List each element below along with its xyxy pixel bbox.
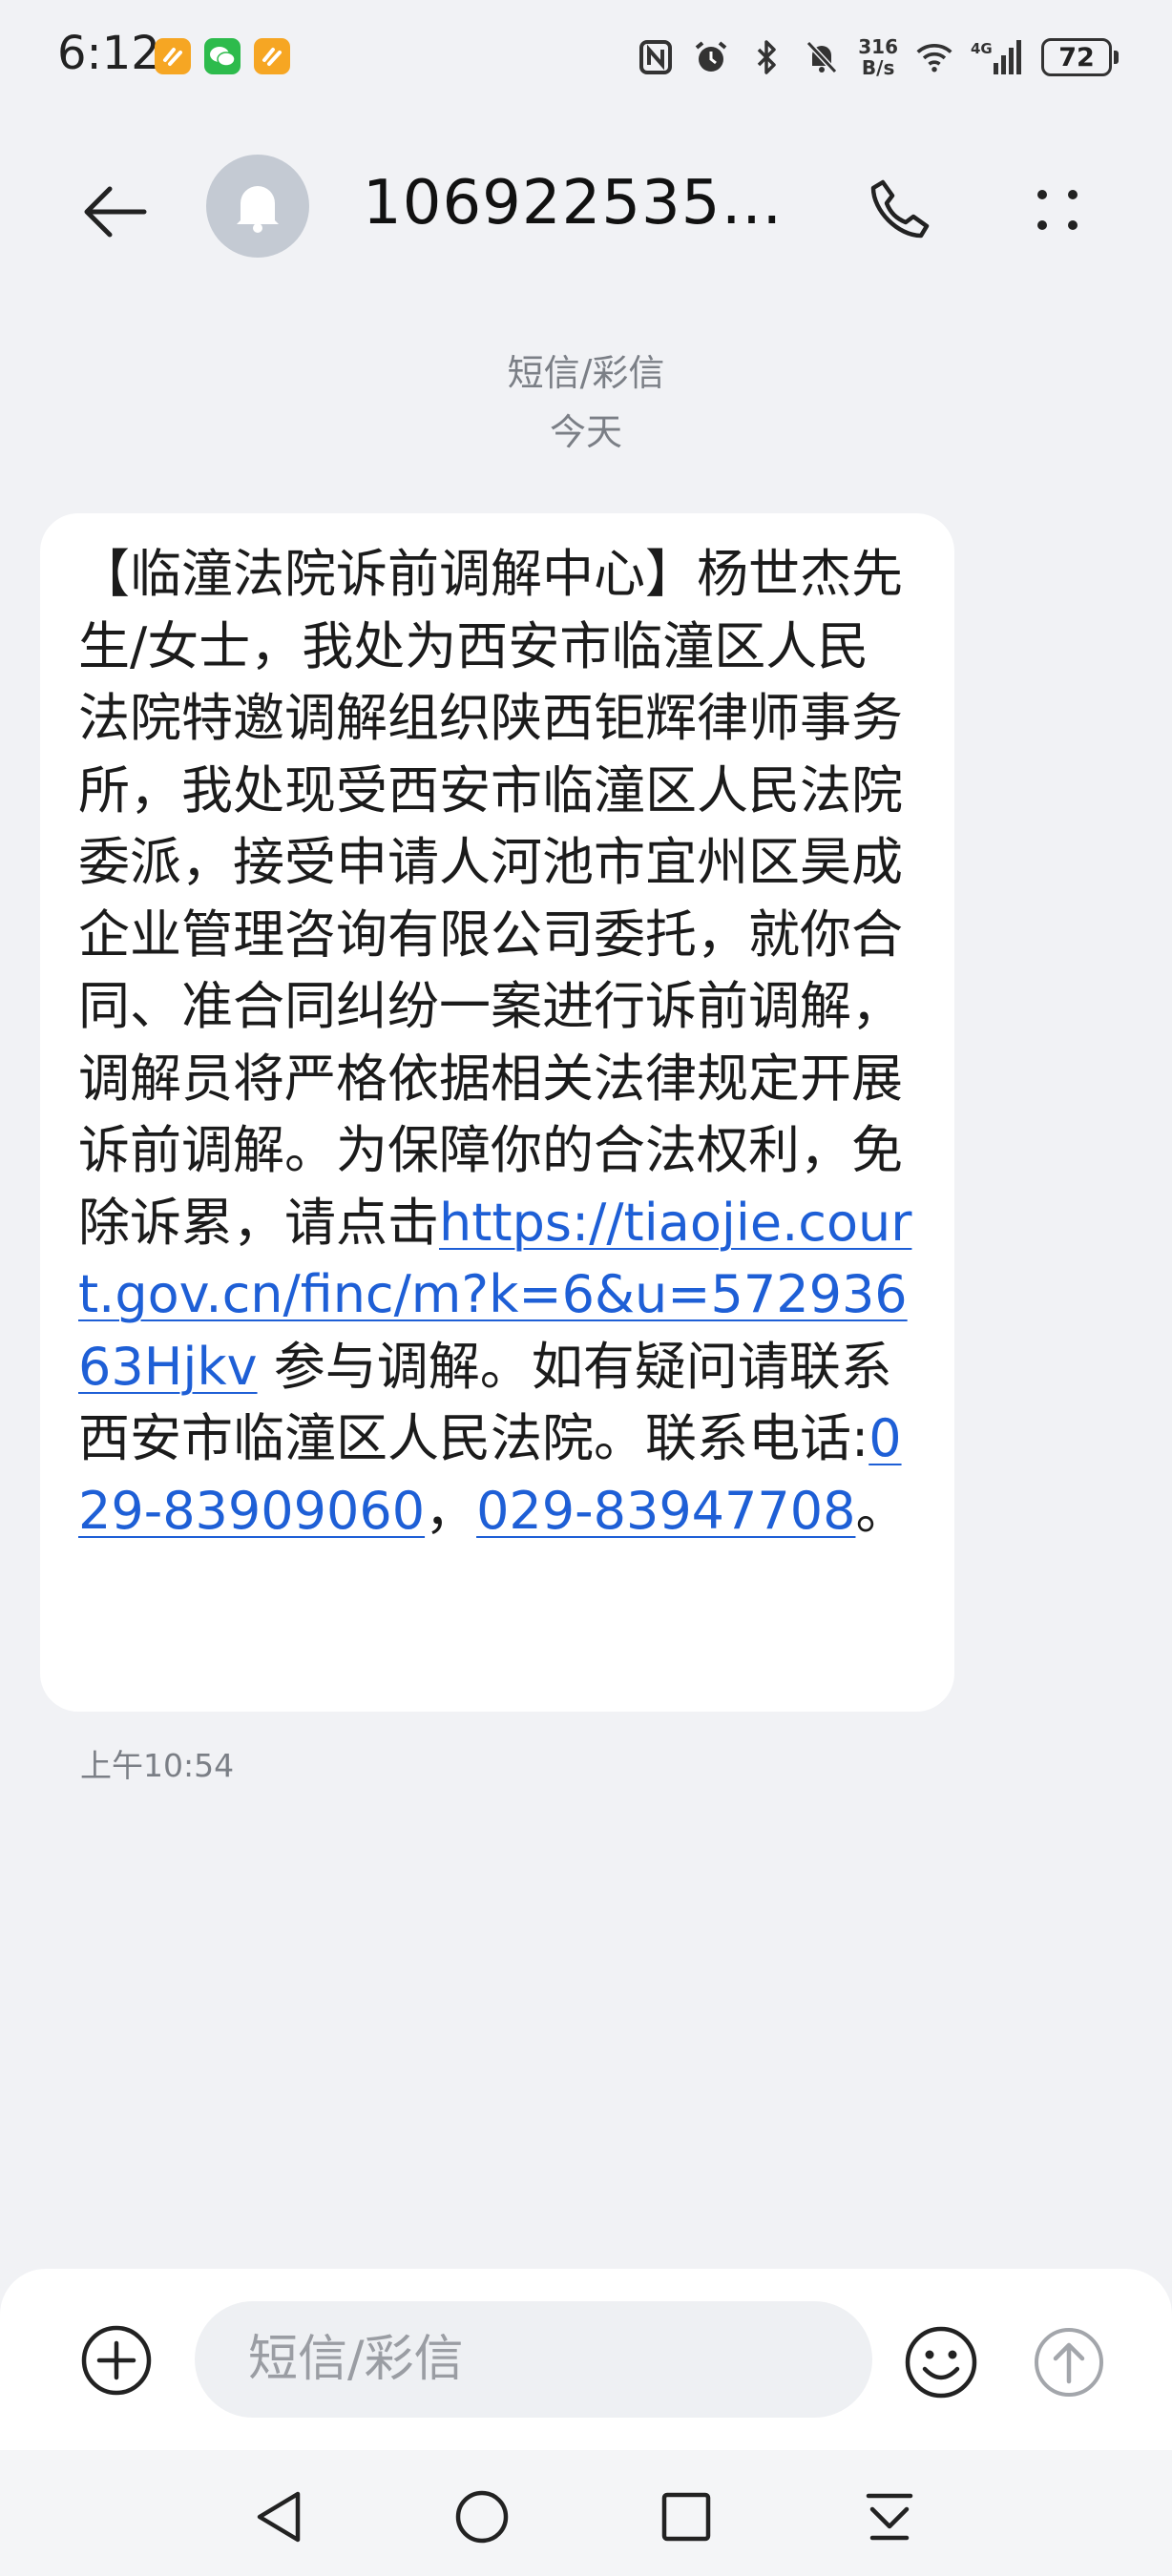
- date-label: 今天: [549, 411, 622, 453]
- status-time: 6:12: [57, 27, 160, 80]
- message-type-label: 短信/彩信: [507, 352, 665, 394]
- square-recents-icon: [661, 2492, 711, 2542]
- wifi-icon: [915, 38, 953, 76]
- message-timestamp: 上午10:54: [80, 1747, 235, 1784]
- call-button[interactable]: [859, 170, 939, 250]
- back-arrow-icon: [84, 186, 147, 238]
- network-speed: 316 B/s: [858, 35, 898, 79]
- emoji-button[interactable]: [901, 2322, 981, 2402]
- phone-icon: [870, 179, 930, 239]
- send-arrow-icon: [1035, 2328, 1103, 2397]
- nfc-icon: [637, 38, 675, 76]
- pull-down-icon: [866, 2493, 913, 2541]
- plus-circle-icon: [81, 2325, 152, 2396]
- add-attachment-button[interactable]: [78, 2322, 155, 2399]
- mute-bell-icon: [803, 38, 841, 76]
- send-button[interactable]: [1029, 2322, 1109, 2402]
- status-bar: 6:12 316 B/s 4G 72: [0, 0, 1172, 114]
- more-dots-icon: [1037, 190, 1078, 230]
- app-notification-icon: [155, 38, 191, 74]
- contact-title[interactable]: 1069225355…: [363, 168, 802, 239]
- circle-home-icon: [455, 2490, 509, 2544]
- battery-level: 72: [1041, 38, 1112, 76]
- more-options-button[interactable]: [1017, 170, 1098, 250]
- cellular-signal-icon: 4G: [971, 38, 1024, 76]
- notification-icons: [155, 38, 290, 74]
- triangle-back-icon: [257, 2491, 301, 2543]
- network-type-label: 4G: [971, 40, 993, 57]
- back-button[interactable]: [76, 174, 153, 250]
- nav-notification-button[interactable]: [851, 2479, 928, 2555]
- compose-bar: [0, 2269, 1172, 2450]
- conversation-header: 1069225355…: [0, 143, 1172, 277]
- bell-icon: [237, 186, 279, 233]
- battery-icon: 72: [1041, 38, 1119, 76]
- nav-recents-button[interactable]: [648, 2479, 724, 2555]
- smiley-icon: [905, 2326, 977, 2399]
- app-notification-icon: [254, 38, 290, 74]
- message-input[interactable]: [195, 2301, 872, 2418]
- message-bubble[interactable]: 【临潼法院诉前调解中心】杨世杰先生/女士，我处为西安市临潼区人民法院特邀调解组织…: [40, 513, 954, 1712]
- message-text: 【临潼法院诉前调解中心】杨世杰先生/女士，我处为西安市临潼区人民法院特邀调解组织…: [78, 544, 912, 1541]
- system-nav-bar: [0, 2450, 1172, 2576]
- nav-back-button[interactable]: [241, 2479, 317, 2555]
- nav-home-button[interactable]: [444, 2479, 520, 2555]
- alarm-icon: [692, 38, 730, 76]
- system-icons: 316 B/s 4G 72: [637, 29, 1119, 86]
- wechat-icon: [204, 38, 241, 74]
- conversation-meta: 短信/彩信 今天: [0, 343, 1172, 462]
- bluetooth-icon: [747, 38, 785, 76]
- phone-link-2[interactable]: 029-83947708: [476, 1481, 855, 1541]
- avatar[interactable]: [206, 155, 309, 258]
